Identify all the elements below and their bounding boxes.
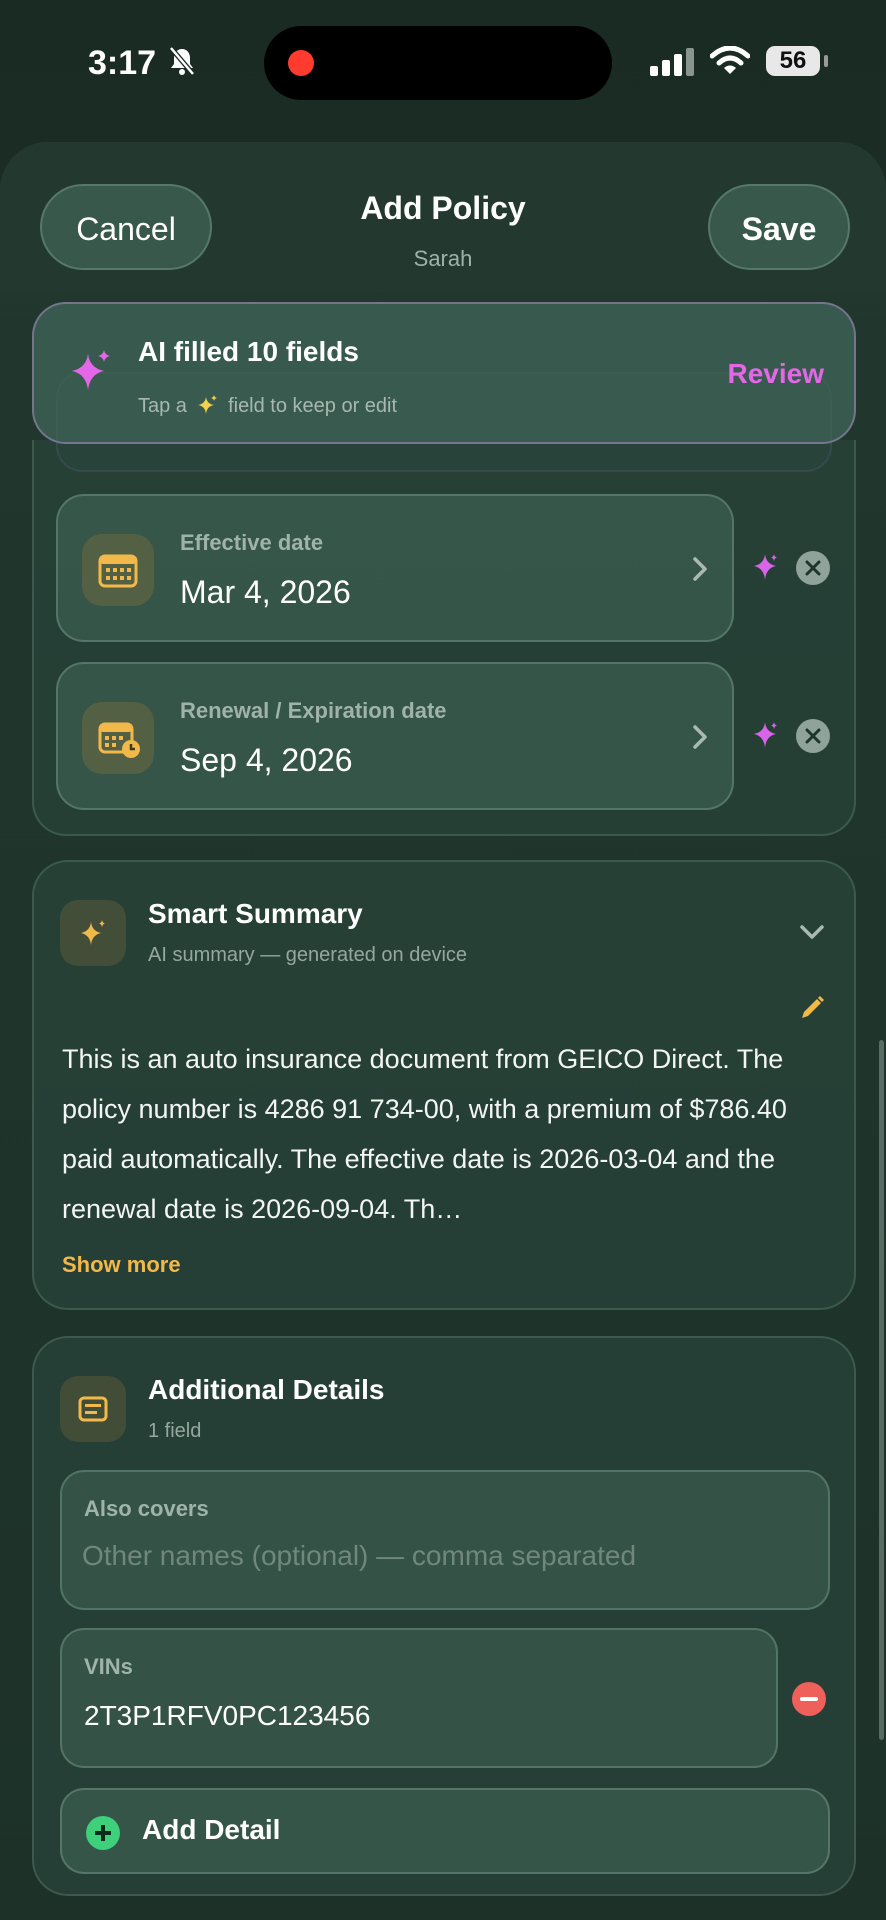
show-more-link[interactable]: Show more bbox=[62, 1252, 181, 1278]
summary-title: Smart Summary bbox=[148, 898, 363, 929]
wifi-icon bbox=[710, 46, 750, 74]
smart-summary-section: Smart Summary AI summary — generated on … bbox=[32, 860, 856, 1310]
effective-date-row[interactable]: Effective date Mar 4, 2026 bbox=[56, 494, 734, 642]
recording-indicator-icon bbox=[288, 50, 314, 76]
effective-date-label: Effective date bbox=[180, 530, 324, 555]
details-subtitle: 1 field bbox=[148, 1420, 202, 1442]
close-icon bbox=[805, 560, 821, 576]
status-bar: 3:17 56 bbox=[0, 0, 886, 124]
save-button[interactable]: Save bbox=[708, 184, 850, 270]
details-icon-box bbox=[60, 1376, 126, 1442]
ai-sparkle-icon bbox=[72, 350, 110, 390]
ai-sparkle-icon[interactable] bbox=[750, 720, 780, 750]
chevron-right-icon bbox=[693, 725, 707, 749]
plus-circle-icon bbox=[86, 1816, 120, 1850]
vins-label: VINs bbox=[84, 1654, 133, 1679]
summary-subtitle: AI summary — generated on device bbox=[148, 944, 468, 966]
ai-filled-banner[interactable]: AI filled 10 fields Tap a field to keep … bbox=[32, 302, 856, 444]
clear-effective-date-button[interactable] bbox=[796, 551, 830, 585]
sparkle-icon bbox=[81, 920, 105, 945]
ai-banner-title: AI filled 10 fields bbox=[138, 336, 359, 367]
status-time: 3:17 bbox=[88, 44, 157, 82]
close-icon bbox=[805, 728, 821, 744]
remove-vins-button[interactable] bbox=[792, 1682, 826, 1716]
renewal-date-label: Renewal / Expiration date bbox=[180, 698, 447, 723]
chevron-right-icon bbox=[693, 557, 707, 581]
cellular-signal-icon bbox=[650, 48, 694, 76]
also-covers-field[interactable]: Also covers bbox=[60, 1470, 830, 1610]
details-title: Additional Details bbox=[148, 1374, 385, 1405]
scrollbar[interactable] bbox=[879, 1040, 884, 1740]
bell-slash-icon bbox=[169, 46, 195, 76]
battery-tip bbox=[824, 55, 828, 67]
vins-field[interactable]: VINs 2T3P1RFV0PC123456 bbox=[60, 1628, 778, 1768]
calendar-icon bbox=[98, 554, 138, 588]
ai-banner-subtitle: Tap a field to keep or edit bbox=[138, 394, 397, 418]
review-button[interactable]: Review bbox=[728, 358, 825, 390]
renewal-date-value: Sep 4, 2026 bbox=[180, 742, 353, 778]
pencil-icon[interactable] bbox=[798, 994, 826, 1022]
also-covers-label: Also covers bbox=[84, 1496, 209, 1521]
list-card-icon bbox=[78, 1396, 108, 1422]
add-detail-label: Add Detail bbox=[142, 1814, 281, 1845]
renewal-date-icon-box bbox=[82, 702, 154, 774]
vins-value[interactable]: 2T3P1RFV0PC123456 bbox=[84, 1700, 370, 1732]
summary-text: This is an auto insurance document from … bbox=[62, 1044, 787, 1224]
screen: 3:17 56 Effective date Mar 4, 2026 Renew… bbox=[0, 0, 886, 1920]
also-covers-input[interactable] bbox=[82, 1540, 822, 1572]
add-detail-button[interactable]: Add Detail bbox=[60, 1788, 830, 1874]
calendar-clock-icon bbox=[98, 722, 140, 758]
effective-date-value: Mar 4, 2026 bbox=[180, 574, 351, 610]
battery-indicator: 56 bbox=[766, 46, 820, 76]
renewal-date-row[interactable]: Renewal / Expiration date Sep 4, 2026 bbox=[56, 662, 734, 810]
summary-icon-box bbox=[60, 900, 126, 966]
ai-banner-subtitle-suffix: field to keep or edit bbox=[228, 395, 398, 417]
chevron-down-icon[interactable] bbox=[798, 922, 826, 942]
clear-renewal-date-button[interactable] bbox=[796, 719, 830, 753]
additional-details-section: Additional Details 1 field Also covers V… bbox=[32, 1336, 856, 1896]
sparkles-icon bbox=[197, 395, 217, 414]
ai-sparkle-icon[interactable] bbox=[750, 552, 780, 582]
dynamic-island bbox=[264, 26, 612, 100]
effective-date-icon-box bbox=[82, 534, 154, 606]
ai-banner-subtitle-prefix: Tap a bbox=[138, 395, 187, 417]
